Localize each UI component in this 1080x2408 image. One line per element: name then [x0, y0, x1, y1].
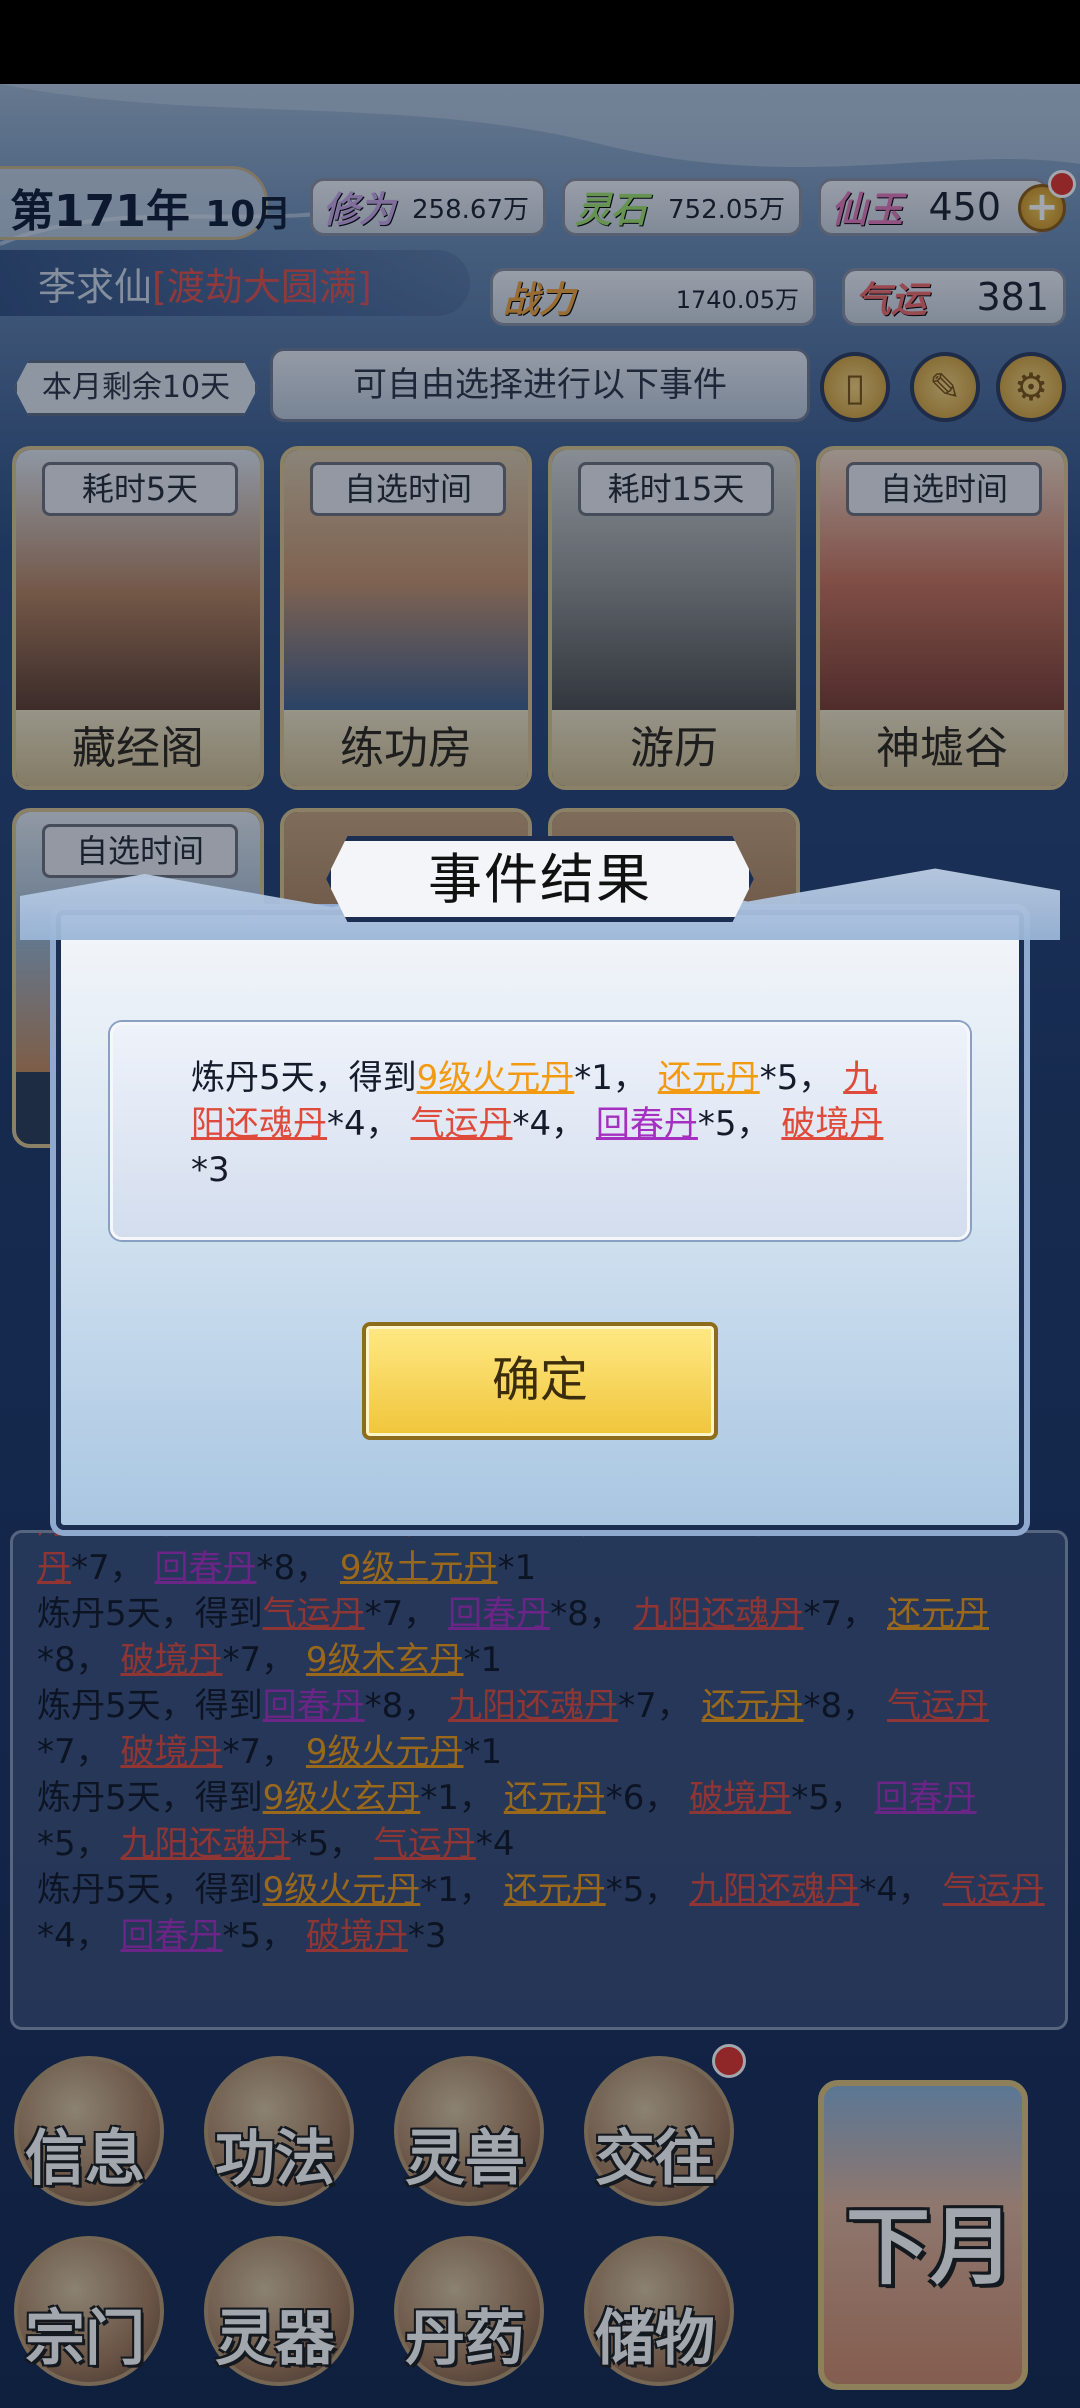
result-text: 炼丹5天，得到9级火元丹*1， 还元丹*5， 九阳还魂丹*4， 气运丹*4， 回…	[191, 1058, 884, 1190]
item-count: *4	[327, 1104, 366, 1144]
status-bar	[0, 0, 1080, 84]
item-count: *3	[191, 1150, 230, 1190]
result-prefix: 炼丹5天，得到	[191, 1058, 417, 1098]
item-count: *1	[574, 1058, 613, 1098]
item-count: *4	[512, 1104, 552, 1144]
result-box: 炼丹5天，得到9级火元丹*1， 还元丹*5， 九阳还魂丹*4， 气运丹*4， 回…	[110, 1022, 970, 1240]
item-name: 气运丹	[410, 1104, 513, 1144]
item-name: 9级火元丹	[416, 1058, 575, 1098]
item-count: *5	[697, 1104, 737, 1144]
dialog-title: 事件结果	[326, 836, 754, 922]
item-count: *5	[759, 1058, 799, 1098]
confirm-button[interactable]: 确定	[362, 1322, 718, 1440]
item-name: 还元丹	[657, 1058, 760, 1098]
item-name: 回春丹	[595, 1104, 698, 1144]
item-name: 破境丹	[781, 1104, 884, 1144]
